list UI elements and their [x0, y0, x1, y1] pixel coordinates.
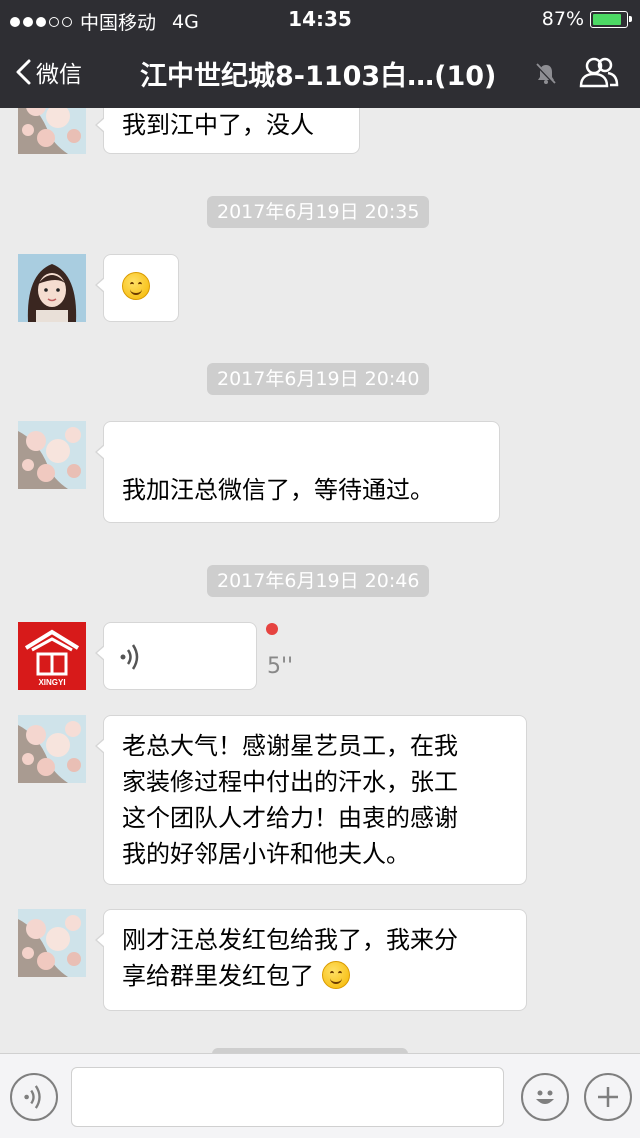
message-line: 我的好邻居小许和他夫人。 — [122, 840, 410, 868]
status-bar: 中国移动 4G 14:35 87% — [0, 0, 640, 40]
battery-percent: 87% — [541, 8, 584, 30]
input-bar — [0, 1053, 640, 1138]
message-bubble[interactable] — [95, 254, 179, 322]
voice-duration: 5'' — [267, 654, 294, 679]
chat-message-list[interactable]: 我到江中了，没人 2017年6月19日 20:35 2017年6月19日 20:… — [0, 108, 640, 1053]
message-bubble[interactable]: 老总大气！感谢星艺员工，在我 家装修过程中付出的汗水，张工 这个团队人才给力！由… — [95, 715, 527, 885]
xingyi-logo-text: XINGYI — [38, 678, 65, 687]
chevron-left-icon — [16, 59, 31, 85]
message-text: 我加汪总微信了，等待通过。 — [122, 476, 434, 504]
flower-avatar[interactable] — [18, 421, 86, 489]
back-button[interactable]: 微信 — [14, 55, 82, 89]
message-line: 这个团队人才给力！由衷的感谢 — [122, 804, 458, 832]
message-bubble[interactable]: 我到江中了，没人 — [95, 108, 360, 154]
nav-bar: 微信 江中世纪城8-1103白…(10) — [0, 40, 640, 108]
message-input[interactable] — [71, 1067, 504, 1127]
battery-icon — [590, 10, 632, 28]
girl-avatar[interactable] — [18, 254, 86, 322]
message-line: 刚才汪总发红包给我了，我来分 — [122, 926, 458, 954]
flower-avatar[interactable] — [18, 108, 86, 154]
smile-emoji-icon — [122, 272, 150, 300]
mute-bell-icon — [535, 63, 557, 86]
message-bubble[interactable]: 我加汪总微信了，等待通过。 — [95, 421, 500, 523]
message-line-with-emoji: 享给群里发红包了 — [122, 958, 508, 994]
message-text: 我到江中了，没人 — [122, 111, 314, 139]
voice-input-icon — [24, 1085, 41, 1109]
timestamp: 2017年6月19日 20:35 — [207, 196, 430, 228]
status-right: 87% — [541, 8, 632, 30]
back-label: 微信 — [36, 62, 82, 88]
group-members-icon[interactable] — [578, 56, 620, 90]
flower-avatar[interactable] — [18, 715, 86, 783]
emoji-button[interactable] — [521, 1073, 569, 1121]
timestamp: 2017年6月19日 20:46 — [207, 565, 430, 597]
message-line: 老总大气！感谢星艺员工，在我 — [122, 732, 458, 760]
flower-avatar[interactable] — [18, 909, 86, 977]
chat-title: 江中世纪城8-1103白…(10) — [140, 61, 497, 92]
emoji-icon — [536, 1090, 554, 1104]
message-bubble[interactable]: 刚才汪总发红包给我了，我来分 享给群里发红包了 — [95, 909, 527, 1011]
more-button[interactable] — [584, 1073, 632, 1121]
unread-indicator — [266, 623, 278, 635]
plus-icon — [598, 1087, 618, 1107]
message-line: 享给群里发红包了 — [122, 962, 314, 990]
voice-wave-icon — [120, 644, 139, 670]
timestamp: 2017年6月19日 20:40 — [207, 363, 430, 395]
voice-message-bubble[interactable] — [95, 622, 257, 690]
message-line: 家装修过程中付出的汗水，张工 — [122, 768, 458, 796]
smile-emoji-icon — [321, 961, 350, 989]
voice-input-button[interactable] — [10, 1073, 58, 1121]
xingyi-logo-avatar[interactable]: XINGYI — [18, 622, 86, 690]
